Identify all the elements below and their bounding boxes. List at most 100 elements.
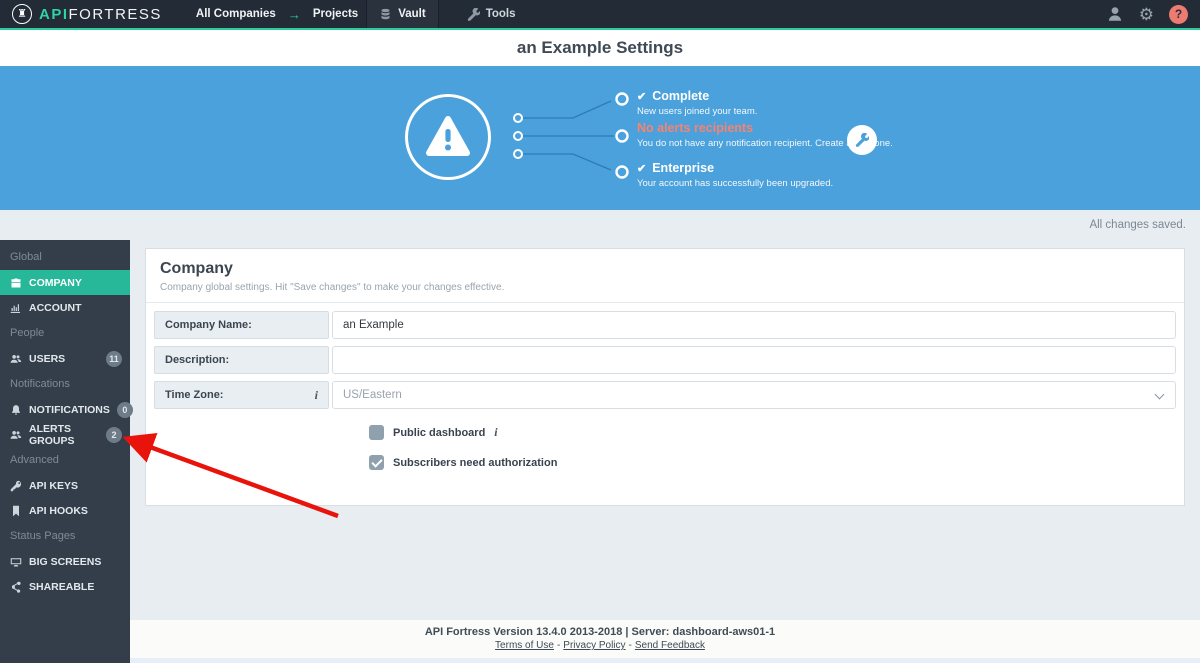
sidebar-item-users[interactable]: USERS 11	[0, 346, 130, 371]
public-dashboard-row: Public dashboard i	[369, 425, 1184, 440]
sidebar-item-label: ALERTS GROUPS	[29, 422, 75, 447]
brand-text: APIFORTRESS	[39, 5, 162, 23]
subscribers-auth-row: Subscribers need authorization	[369, 455, 1184, 470]
sidebar-item-alerts-groups[interactable]: ALERTS GROUPS 2	[0, 422, 130, 447]
separator: -	[556, 640, 561, 651]
privacy-link[interactable]: Privacy Policy	[563, 640, 625, 651]
bar-chart-icon	[10, 303, 21, 313]
connector-lines	[513, 92, 629, 179]
gear-icon[interactable]: ⚙	[1139, 6, 1154, 23]
subscribers-auth-label: Subscribers need authorization	[393, 456, 558, 469]
banner-item-title: ✔ Complete	[637, 89, 710, 103]
bookmark-icon	[13, 505, 19, 516]
sidebar-item-api-hooks[interactable]: API HOOKS	[0, 498, 130, 523]
settings-sidebar: Global COMPANY ACCOUNT People USERS 11 N…	[0, 240, 133, 663]
check-icon: ✔	[637, 162, 647, 175]
panel-title: Company	[160, 260, 233, 277]
form-row-company-name: Company Name:	[154, 311, 1176, 339]
info-icon[interactable]: i	[315, 388, 318, 403]
key-icon	[10, 480, 22, 491]
alerts-groups-count-badge: 2	[106, 426, 122, 443]
banner-item-subtitle: Your account has successfully been upgra…	[637, 177, 834, 189]
company-name-input[interactable]	[332, 311, 1176, 339]
form-rows: Company Name: Description: Time Zone: i …	[146, 303, 1184, 409]
info-icon[interactable]: i	[494, 425, 497, 440]
nav-right-icons: ⚙ ?	[1106, 4, 1188, 24]
sidebar-item-label: COMPANY	[29, 276, 82, 289]
sidebar-section-status-pages: Status Pages	[10, 530, 76, 542]
form-row-description: Description:	[154, 346, 1176, 374]
footer-links: Terms of Use - Privacy Policy - Send Feedbac…	[0, 640, 1200, 651]
banner-item-enterprise: ✔ Enterprise Your account has successful…	[637, 161, 834, 189]
banner-item-subtitle: New users joined your team.	[637, 105, 758, 117]
nav-vault[interactable]: Vault	[366, 0, 439, 28]
sidebar-item-api-keys[interactable]: API KEYS	[0, 473, 130, 498]
sidebar-item-label: API HOOKS	[29, 504, 88, 517]
sidebar-item-label: API KEYS	[29, 479, 79, 492]
fortress-logo-icon: ♜	[12, 4, 32, 24]
user-icon[interactable]	[1106, 5, 1124, 23]
users-icon	[10, 354, 22, 363]
sidebar-item-account[interactable]: ACCOUNT	[0, 295, 130, 320]
checkbox-area: Public dashboard i Subscribers need auth…	[369, 425, 1184, 470]
monitor-icon	[10, 557, 22, 566]
breadcrumb-arrow-icon: →	[287, 6, 301, 22]
briefcase-icon	[11, 278, 21, 287]
bell-icon	[12, 404, 20, 415]
terms-link[interactable]: Terms of Use	[495, 640, 554, 651]
database-icon	[381, 8, 390, 19]
banner-item-complete: ✔ Complete New users joined your team.	[637, 89, 758, 117]
warning-triangle-icon	[426, 116, 470, 156]
sidebar-section-global: Global	[10, 251, 42, 263]
form-row-time-zone: Time Zone: i US/Eastern	[154, 381, 1176, 409]
sidebar-item-label: ACCOUNT	[29, 301, 82, 314]
users-group-icon	[10, 430, 22, 439]
panel-header: Company Company global settings. Hit "Sa…	[146, 249, 1184, 302]
nav-projects[interactable]: Projects	[305, 0, 366, 28]
subscribers-auth-checkbox[interactable]	[369, 455, 384, 470]
fix-button[interactable]	[847, 125, 877, 155]
wrench-icon	[855, 133, 869, 147]
sidebar-section-people: People	[10, 327, 45, 339]
sidebar-section-notifications: Notifications	[10, 378, 70, 390]
panel-subtitle: Company global settings. Hit "Save chang…	[160, 282, 505, 293]
chevron-down-icon	[1154, 389, 1165, 400]
page-title: an Example Settings	[516, 38, 684, 57]
company-settings-panel: Company Company global settings. Hit "Sa…	[145, 248, 1185, 506]
users-count-badge: 11	[106, 350, 122, 367]
notifications-count-badge: 0	[116, 401, 133, 418]
save-status: All changes saved.	[1089, 219, 1186, 231]
sidebar-item-notifications[interactable]: NOTIFICATIONS 0	[0, 397, 133, 422]
nav-tools[interactable]: Tools	[459, 0, 524, 28]
onboarding-banner: ✔ Complete New users joined your team. N…	[0, 66, 1200, 210]
time-zone-select[interactable]: US/Eastern	[332, 381, 1176, 409]
banner-item-title: ✔ Enterprise	[637, 161, 715, 175]
feedback-link[interactable]: Send Feedback	[635, 640, 705, 651]
public-dashboard-label: Public dashboard	[393, 426, 486, 439]
brand[interactable]: ♜ APIFORTRESS	[12, 4, 162, 24]
nav-all-companies[interactable]: All Companies	[188, 0, 284, 28]
sidebar-item-big-screens[interactable]: BIG SCREENS	[0, 549, 130, 574]
separator: -	[628, 640, 632, 651]
public-dashboard-checkbox[interactable]	[369, 425, 384, 440]
wrench-icon	[467, 7, 480, 21]
sidebar-item-label: SHAREABLE	[29, 580, 95, 593]
sidebar-item-company[interactable]: COMPANY	[0, 270, 130, 295]
description-input[interactable]	[332, 346, 1176, 374]
time-zone-label: Time Zone: i	[154, 381, 329, 409]
time-zone-value: US/Eastern	[343, 389, 402, 401]
company-name-label: Company Name:	[154, 311, 329, 339]
sidebar-item-label: NOTIFICATIONS	[29, 403, 110, 416]
top-navbar: ♜ APIFORTRESS All Companies → Projects V…	[0, 0, 1200, 30]
sidebar-item-label: USERS	[29, 352, 66, 365]
help-icon[interactable]: ?	[1169, 4, 1188, 24]
version-info: API Fortress Version 13.4.0 2013-2018 | …	[424, 626, 776, 638]
sidebar-item-label: BIG SCREENS	[29, 555, 102, 568]
warning-circle	[405, 94, 491, 180]
sidebar-item-shareable[interactable]: SHAREABLE	[0, 574, 130, 599]
check-icon: ✔	[637, 90, 647, 103]
title-bar: an Example Settings	[0, 30, 1200, 66]
description-label: Description:	[154, 346, 329, 374]
nav-menu: All Companies → Projects Vault Tools	[188, 0, 524, 28]
sidebar-section-advanced: Advanced	[10, 454, 59, 466]
